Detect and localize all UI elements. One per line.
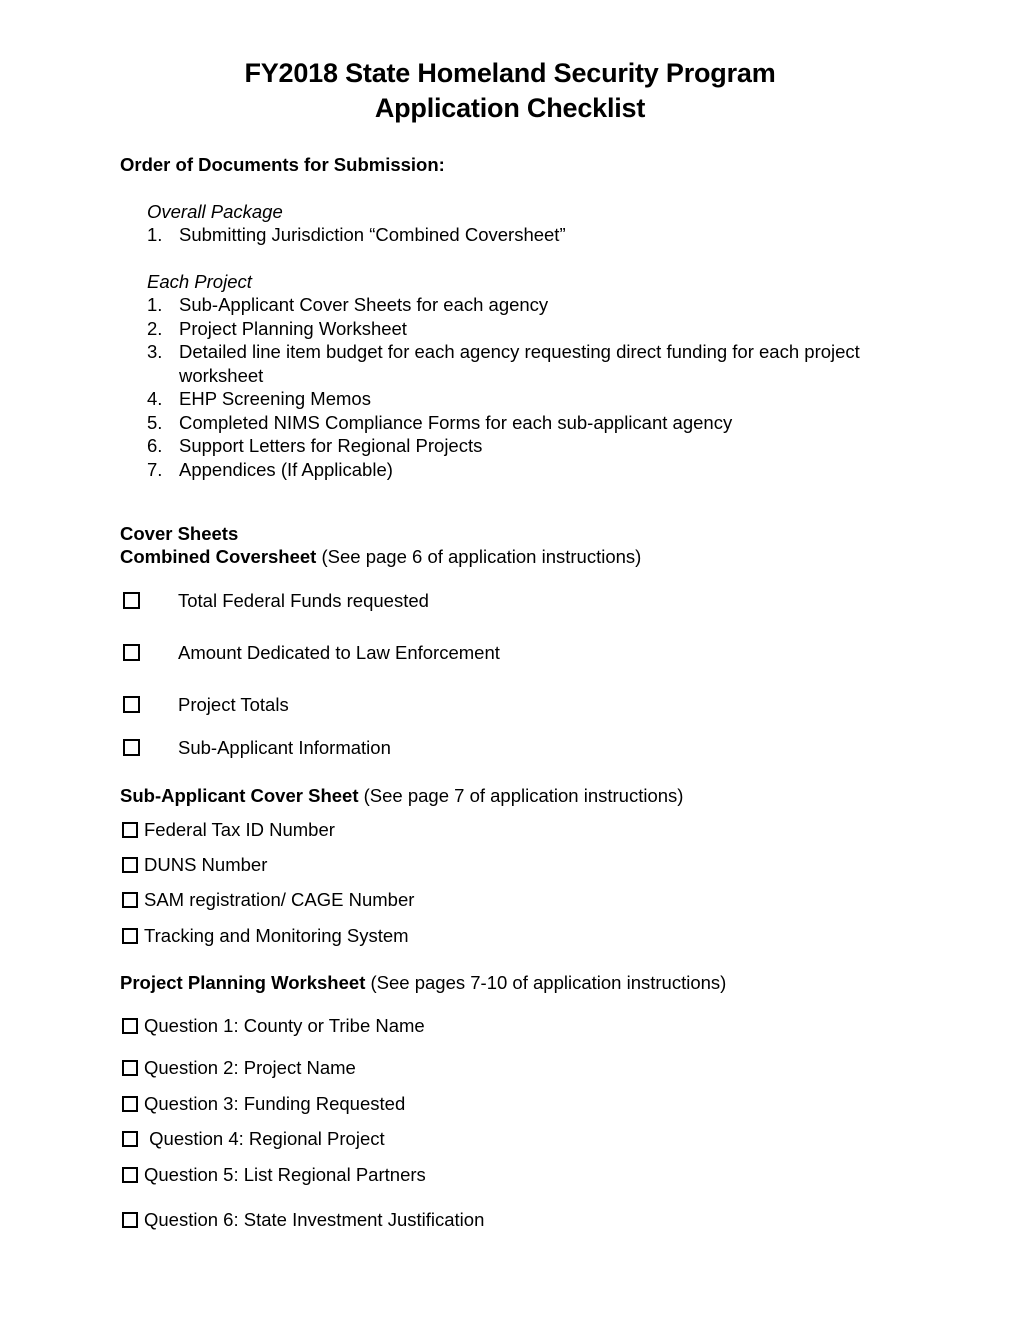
cover-sheets-heading: Cover Sheets bbox=[120, 523, 239, 544]
overall-package-heading: Overall Package bbox=[147, 201, 283, 222]
checkbox-row-sub-applicant-information[interactable]: Sub-Applicant Information bbox=[120, 736, 920, 760]
project-planning-worksheet-label: Project Planning Worksheet bbox=[120, 972, 366, 993]
list-item-label: Appendices (If Applicable) bbox=[179, 458, 393, 480]
checkbox-icon[interactable] bbox=[122, 1167, 138, 1183]
list-item-number: 3. bbox=[147, 341, 163, 362]
list-item: 1. Submitting Jurisdiction “Combined Cov… bbox=[147, 223, 907, 247]
checkbox-row-federal-tax-id[interactable]: Federal Tax ID Number bbox=[120, 818, 920, 842]
list-item: 3. Detailed line item budget for each ag… bbox=[147, 340, 891, 387]
list-item-label: Completed NIMS Compliance Forms for each… bbox=[179, 411, 733, 433]
checkbox-row-question-1[interactable]: Question 1: County or Tribe Name bbox=[120, 1014, 920, 1038]
checkbox-icon[interactable] bbox=[122, 1096, 138, 1112]
checkbox-label: Question 1: County or Tribe Name bbox=[144, 1015, 425, 1036]
checkbox-label: Total Federal Funds requested bbox=[178, 590, 429, 611]
checkbox-icon[interactable] bbox=[122, 928, 138, 944]
sub-applicant-cover-sheet-label: Sub-Applicant Cover Sheet bbox=[120, 785, 359, 806]
checkbox-label: Tracking and Monitoring System bbox=[144, 925, 409, 946]
list-item: 6. Support Letters for Regional Projects bbox=[147, 434, 907, 458]
checkbox-row-total-federal-funds[interactable]: Total Federal Funds requested bbox=[120, 589, 920, 613]
list-item-number: 4. bbox=[147, 388, 163, 409]
list-item-label: Support Letters for Regional Projects bbox=[179, 435, 483, 456]
checkbox-label: Question 2: Project Name bbox=[144, 1057, 356, 1078]
checkbox-icon[interactable] bbox=[123, 696, 140, 713]
list-item: 1. Sub-Applicant Cover Sheets for each a… bbox=[147, 293, 907, 317]
page-title-line-1: FY2018 State Homeland Security Program bbox=[244, 58, 776, 88]
list-item: 5. Completed NIMS Compliance Forms for e… bbox=[147, 411, 907, 435]
checkbox-row-question-6[interactable]: Question 6: State Investment Justificati… bbox=[120, 1208, 920, 1232]
page-title: FY2018 State Homeland Security Program A… bbox=[120, 56, 900, 126]
checkbox-row-question-2[interactable]: Question 2: Project Name bbox=[120, 1056, 920, 1080]
checkbox-icon[interactable] bbox=[122, 1212, 138, 1228]
list-item-number: 2. bbox=[147, 317, 163, 339]
checkbox-row-tracking-monitoring-system[interactable]: Tracking and Monitoring System bbox=[120, 924, 920, 948]
combined-coversheet-note: (See page 6 of application instructions) bbox=[316, 546, 642, 567]
checkbox-label: Question 5: List Regional Partners bbox=[144, 1164, 426, 1185]
checkbox-row-question-5[interactable]: Question 5: List Regional Partners bbox=[120, 1163, 920, 1187]
list-item-number: 1. bbox=[147, 294, 163, 315]
checkbox-icon[interactable] bbox=[122, 1018, 138, 1034]
checkbox-label: Project Totals bbox=[178, 694, 289, 715]
list-item-number: 6. bbox=[147, 435, 163, 456]
checkbox-row-duns-number[interactable]: DUNS Number bbox=[120, 853, 920, 877]
checkbox-label: SAM registration/ CAGE Number bbox=[144, 889, 415, 910]
checkbox-label: Sub-Applicant Information bbox=[178, 737, 391, 758]
list-item: 7. Appendices (If Applicable) bbox=[147, 458, 907, 482]
checkbox-icon[interactable] bbox=[122, 822, 138, 838]
overall-package-group: Overall Package 1. Submitting Jurisdicti… bbox=[147, 200, 907, 247]
page-title-line-2: Application Checklist bbox=[374, 93, 646, 123]
checkbox-label: Question 3: Funding Requested bbox=[144, 1093, 406, 1114]
sub-applicant-cover-sheet-note: (See page 7 of application instructions) bbox=[358, 785, 684, 806]
list-item-number: 5. bbox=[147, 411, 163, 433]
checkbox-icon[interactable] bbox=[123, 739, 140, 756]
checkbox-label: Federal Tax ID Number bbox=[144, 819, 335, 840]
order-of-documents-heading: Order of Documents for Submission: bbox=[120, 154, 445, 175]
each-project-group: Each Project 1. Sub-Applicant Cover Shee… bbox=[147, 270, 907, 481]
list-item-label: EHP Screening Memos bbox=[179, 388, 371, 409]
checkbox-row-question-3[interactable]: Question 3: Funding Requested bbox=[120, 1092, 920, 1116]
checkbox-icon[interactable] bbox=[122, 892, 138, 908]
list-item: 4. EHP Screening Memos bbox=[147, 387, 907, 411]
checkbox-icon[interactable] bbox=[123, 592, 140, 609]
list-item-label: Sub-Applicant Cover Sheets for each agen… bbox=[179, 294, 549, 315]
checkbox-label: DUNS Number bbox=[144, 854, 268, 875]
combined-coversheet-label: Combined Coversheet bbox=[120, 546, 317, 567]
checkbox-icon[interactable] bbox=[122, 857, 138, 873]
project-planning-worksheet-heading: Project Planning Worksheet (See pages 7-… bbox=[120, 971, 726, 994]
checkbox-row-amount-law-enforcement[interactable]: Amount Dedicated to Law Enforcement bbox=[120, 641, 920, 665]
project-planning-worksheet-note: (See pages 7-10 of application instructi… bbox=[365, 972, 727, 993]
checkbox-icon[interactable] bbox=[123, 644, 140, 661]
checkbox-label: Question 4: Regional Project bbox=[144, 1128, 385, 1149]
list-item: 2. Project Planning Worksheet bbox=[147, 317, 907, 341]
list-item-label: Project Planning Worksheet bbox=[179, 317, 407, 339]
list-item-number: 7. bbox=[147, 458, 163, 480]
checkbox-row-question-4[interactable]: Question 4: Regional Project bbox=[120, 1127, 920, 1151]
checkbox-label: Amount Dedicated to Law Enforcement bbox=[178, 642, 500, 663]
each-project-heading: Each Project bbox=[147, 271, 252, 292]
checkbox-icon[interactable] bbox=[122, 1060, 138, 1076]
list-item-label: Detailed line item budget for each agenc… bbox=[179, 341, 860, 386]
checkbox-label: Question 6: State Investment Justificati… bbox=[144, 1209, 485, 1230]
checkbox-icon[interactable] bbox=[122, 1131, 138, 1147]
combined-coversheet-heading: Combined Coversheet (See page 6 of appli… bbox=[120, 545, 641, 568]
list-item-label: Submitting Jurisdiction “Combined Covers… bbox=[179, 224, 566, 245]
sub-applicant-cover-sheet-heading: Sub-Applicant Cover Sheet (See page 7 of… bbox=[120, 784, 683, 807]
list-item-number: 1. bbox=[147, 224, 163, 245]
document-page: FY2018 State Homeland Security Program A… bbox=[0, 0, 1020, 1320]
checkbox-row-project-totals[interactable]: Project Totals bbox=[120, 693, 920, 717]
checkbox-row-sam-cage-number[interactable]: SAM registration/ CAGE Number bbox=[120, 888, 920, 912]
